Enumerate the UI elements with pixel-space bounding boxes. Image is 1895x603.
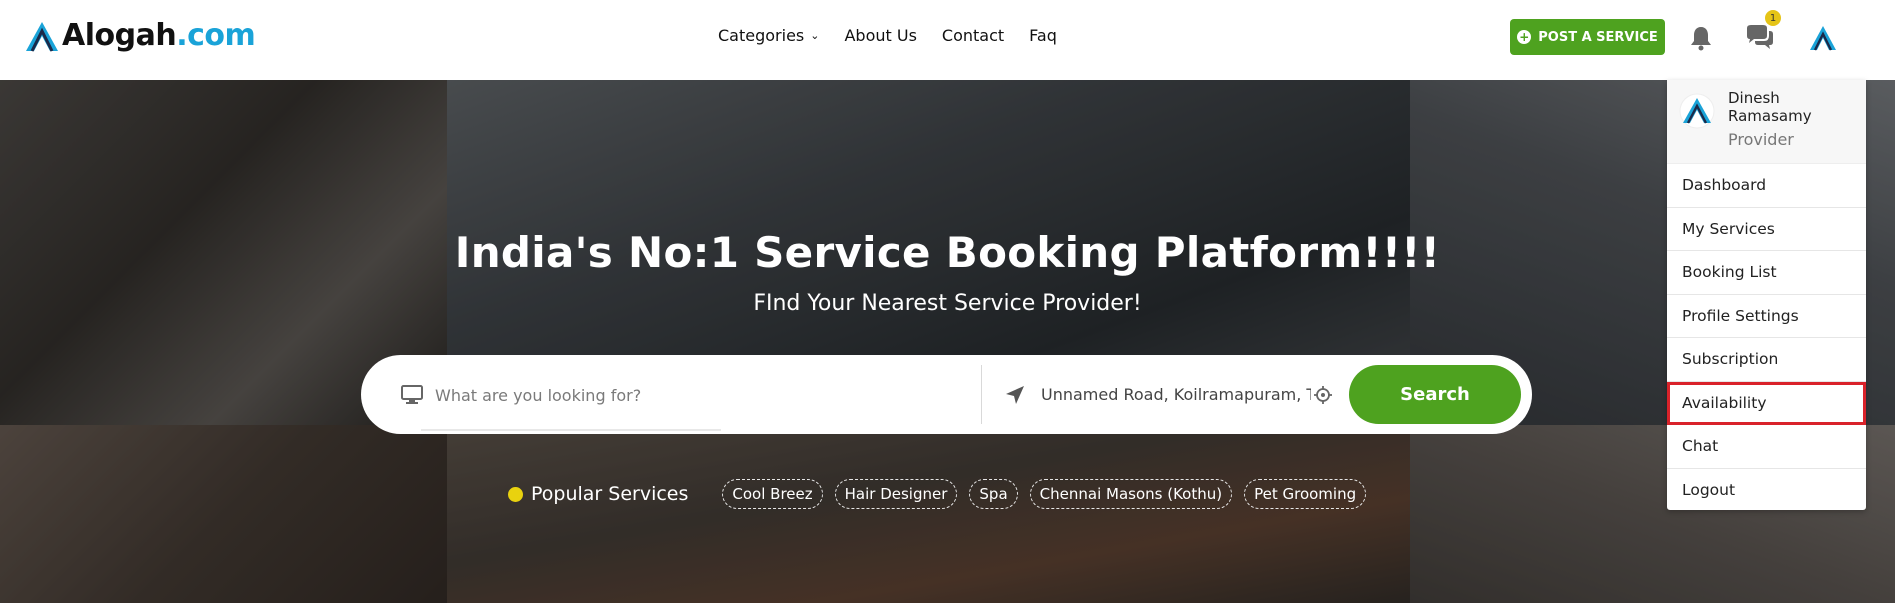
user-profile-header: Dinesh Ramasamy Provider: [1667, 80, 1866, 164]
menu-item-my-services[interactable]: My Services: [1667, 208, 1866, 251]
hero-subtitle: FInd Your Nearest Service Provider!: [753, 291, 1142, 316]
popular-services: Popular Services Cool Breez Hair Designe…: [508, 479, 1367, 509]
monitor-icon: [401, 385, 423, 404]
location-arrow-icon: [1006, 386, 1024, 404]
post-a-service-button[interactable]: + POST A SERVICE: [1510, 19, 1665, 55]
menu-item-subscription[interactable]: Subscription: [1667, 338, 1866, 382]
bell-icon[interactable]: [1688, 25, 1714, 51]
menu-item-availability[interactable]: Availability: [1667, 381, 1866, 425]
nav-contact[interactable]: Contact: [942, 26, 1004, 45]
top-header: Alogah.com Categories ⌄ About Us Contact…: [0, 0, 1895, 80]
user-role: Provider: [1728, 130, 1794, 149]
logo-mark-icon: [26, 21, 58, 52]
main-nav: Categories ⌄ About Us Contact Faq: [718, 26, 1057, 45]
popular-tag[interactable]: Cool Breez: [722, 479, 823, 509]
user-dropdown-menu: Dinesh Ramasamy Provider Dashboard My Se…: [1667, 80, 1866, 510]
popular-services-label: Popular Services: [531, 483, 689, 505]
menu-item-logout[interactable]: Logout: [1667, 469, 1866, 513]
nav-categories[interactable]: Categories ⌄: [718, 26, 819, 45]
search-input-underline: [421, 429, 721, 431]
hero-title: India's No:1 Service Booking Platform!!!…: [454, 228, 1441, 277]
search-bar: Unnamed Road, Koilramapuram, Ta Search: [361, 355, 1532, 434]
popular-tag[interactable]: Pet Grooming: [1244, 479, 1367, 509]
hero-overlay: [0, 80, 1895, 603]
popular-tags: Cool Breez Hair Designer Spa Chennai Mas…: [722, 479, 1367, 509]
hero-banner: India's No:1 Service Booking Platform!!!…: [0, 80, 1895, 603]
menu-item-dashboard[interactable]: Dashboard: [1667, 164, 1866, 208]
nav-about-us[interactable]: About Us: [844, 26, 916, 45]
logo-domain-text: .com: [176, 18, 256, 53]
site-logo[interactable]: Alogah.com: [24, 18, 256, 53]
search-button[interactable]: Search: [1349, 365, 1521, 424]
popular-tag[interactable]: Spa: [969, 479, 1018, 509]
service-search-input[interactable]: [435, 380, 955, 410]
user-avatar-icon[interactable]: [1808, 24, 1838, 52]
menu-item-profile-settings[interactable]: Profile Settings: [1667, 295, 1866, 338]
popular-tag[interactable]: Hair Designer: [834, 479, 958, 509]
chevron-down-icon: ⌄: [810, 29, 820, 42]
yellow-dot-icon: [508, 486, 523, 502]
menu-item-chat[interactable]: Chat: [1667, 425, 1866, 469]
menu-item-booking-list[interactable]: Booking List: [1667, 251, 1866, 295]
crosshair-icon[interactable]: [1314, 386, 1332, 404]
user-avatar-icon: [1679, 93, 1715, 129]
location-input[interactable]: Unnamed Road, Koilramapuram, Ta: [1041, 385, 1311, 404]
chat-badge-count: 1: [1765, 10, 1781, 26]
chat-icon[interactable]: [1745, 24, 1775, 52]
popular-tag[interactable]: Chennai Masons (Kothu): [1029, 479, 1233, 509]
logo-main-text: Alogah: [62, 18, 177, 53]
user-name: Dinesh Ramasamy: [1728, 89, 1812, 125]
post-a-service-label: POST A SERVICE: [1538, 29, 1658, 45]
plus-circle-icon: +: [1517, 30, 1532, 44]
search-divider: [981, 365, 982, 424]
nav-categories-label: Categories: [718, 26, 805, 45]
nav-faq[interactable]: Faq: [1029, 26, 1057, 45]
